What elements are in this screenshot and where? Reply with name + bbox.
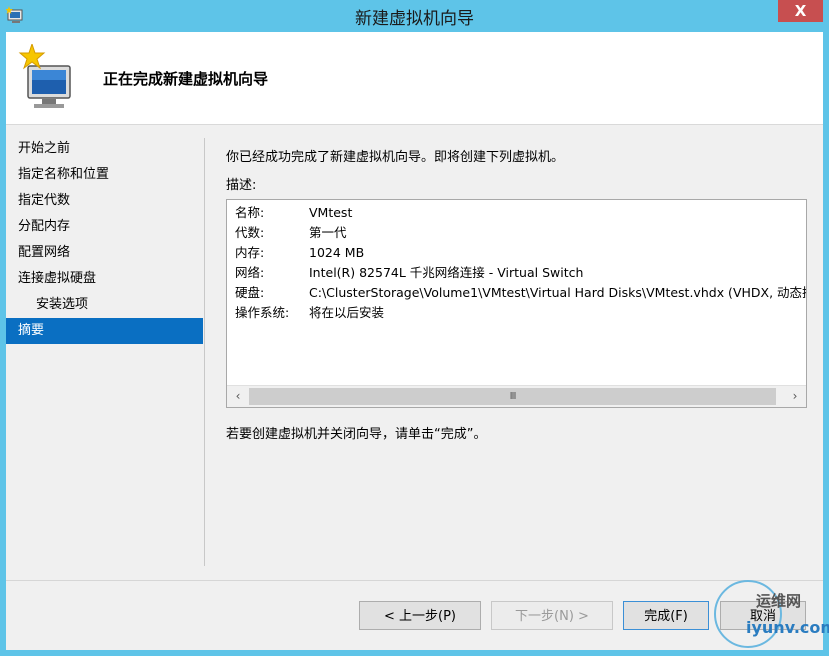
nav-item-name-location[interactable]: 指定名称和位置 [6,162,203,188]
window-title: 新建虚拟机向导 [355,9,474,29]
description-row-disk: 硬盘: C:\ClusterStorage\Volume1\VMtest\Virt… [235,283,807,303]
intro-text: 你已经成功完成了新建虚拟机向导。即将创建下列虚拟机。 [226,150,565,165]
nav-item-before-you-begin[interactable]: 开始之前 [6,136,203,162]
wizard-header: 正在完成新建虚拟机向导 [6,32,823,125]
row-key: 网络: [235,265,265,280]
finish-instruction: 若要创建虚拟机并关闭向导，请单击“完成”。 [226,427,487,442]
watermark-text-url: iyunv.com [746,618,829,637]
nav-item-generation[interactable]: 指定代数 [6,188,203,214]
new-vm-wizard-icon [18,44,71,108]
nav-item-networking[interactable]: 配置网络 [6,240,203,266]
finish-button[interactable]: 完成(F) [623,601,709,630]
row-key: 内存: [235,245,265,260]
nav-divider [204,138,205,566]
row-value: 第一代 [309,225,347,240]
description-row-name: 名称: VMtest [235,203,806,223]
row-key: 名称: [235,205,265,220]
next-button[interactable]: 下一步(N) > [491,601,613,630]
wizard-frame: 正在完成新建虚拟机向导 开始之前 指定名称和位置 指定代数 分配内存 配置网络 … [6,32,823,650]
close-button[interactable]: X [778,0,823,22]
description-row-generation: 代数: 第一代 [235,223,806,243]
description-list: 名称: VMtest 代数: 第一代 内存: 1024 MB 网络: Intel(R) … [235,203,807,323]
scroll-right-icon[interactable]: › [787,388,803,405]
nav-item-memory[interactable]: 分配内存 [6,214,203,240]
row-key: 操作系统: [235,305,290,320]
nav-item-summary[interactable]: 摘要 [6,318,203,344]
site-watermark: 运维网 iyunv.com [712,578,829,652]
row-value: C:\ClusterStorage\Volume1\VMtest\Virtual… [309,285,807,300]
row-value: 将在以后安装 [309,305,385,320]
previous-button[interactable]: < 上一步(P) [359,601,481,630]
row-value: VMtest [309,205,353,220]
scroll-left-icon[interactable]: ‹ [230,388,246,405]
scroll-thumb[interactable]: III [249,388,776,405]
description-label: 描述: [226,178,257,193]
title-bar: 新建虚拟机向导 X [0,0,829,32]
row-key: 硬盘: [235,285,265,300]
watermark-text-cn: 运维网 [756,592,802,610]
footer-divider [6,580,823,581]
horizontal-scrollbar[interactable]: ‹ III › [227,385,806,407]
page-title: 正在完成新建虚拟机向导 [103,70,269,88]
close-icon: X [794,2,807,20]
row-value: 1024 MB [309,245,365,260]
description-row-network: 网络: Intel(R) 82574L 千兆网络连接 - Virtual Swit… [235,263,806,283]
nav-item-install-options[interactable]: 安装选项 [6,292,203,318]
description-row-memory: 内存: 1024 MB [235,243,806,263]
wizard-step-nav: 开始之前 指定名称和位置 指定代数 分配内存 配置网络 连接虚拟硬盘 安装选项 … [6,136,203,344]
nav-item-virtual-disk[interactable]: 连接虚拟硬盘 [6,266,203,292]
description-box[interactable]: 名称: VMtest 代数: 第一代 内存: 1024 MB 网络: Intel(R) … [226,199,807,408]
row-key: 代数: [235,225,265,240]
description-row-os: 操作系统: 将在以后安装 [235,303,806,323]
row-value: Intel(R) 82574L 千兆网络连接 - Virtual Switch [309,265,584,280]
